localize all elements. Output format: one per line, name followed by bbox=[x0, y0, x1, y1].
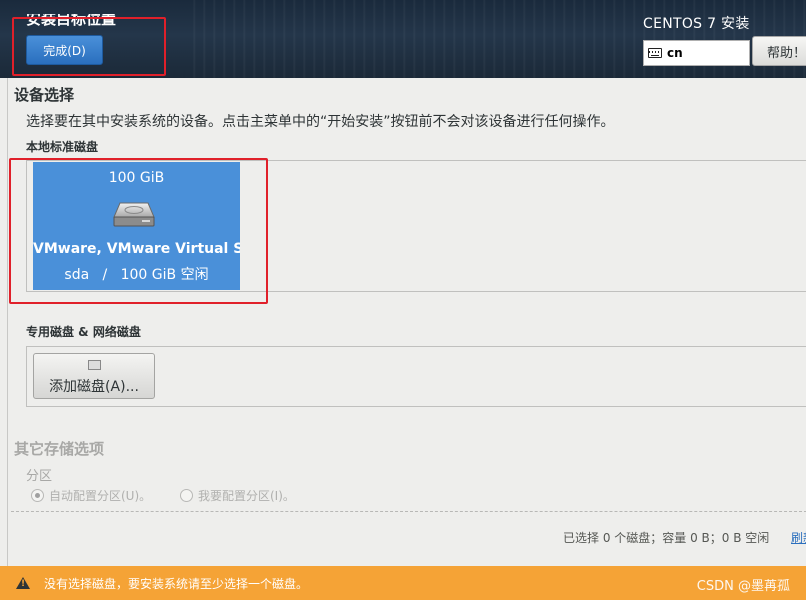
auto-partition-option[interactable]: 自动配置分区(U)。 bbox=[31, 487, 151, 504]
watermark: CSDN @墨苒孤 bbox=[696, 579, 790, 594]
hard-disk-icon bbox=[113, 202, 155, 227]
disk-tile-sda[interactable]: 100 GiB VMware, VMware Virtual S sda / 1… bbox=[33, 162, 240, 290]
page-title: 安装目标位置 bbox=[26, 10, 117, 28]
local-disks-title: 本地标准磁盘 bbox=[26, 140, 99, 154]
warning-text: 没有选择磁盘，要安装系统请至少选择一个磁盘。 bbox=[44, 576, 309, 591]
manual-partition-option[interactable]: 我要配置分区(I)。 bbox=[180, 487, 295, 504]
warning-icon bbox=[16, 577, 30, 589]
partition-label: 分区 bbox=[26, 469, 53, 484]
keyboard-layout-label: cn bbox=[667, 46, 683, 60]
manual-partition-label: 我要配置分区(I)。 bbox=[198, 489, 295, 503]
auto-partition-label: 自动配置分区(U)。 bbox=[49, 489, 152, 503]
warning-bar[interactable]: 没有选择磁盘，要安装系统请至少选择一个磁盘。 CSDN @墨苒孤 bbox=[0, 566, 806, 600]
header-decoration bbox=[186, 0, 806, 78]
refresh-link[interactable]: 刷新 bbox=[791, 529, 806, 546]
add-disk-button[interactable]: 添加磁盘(A)... bbox=[33, 353, 155, 399]
selection-summary: 已选择 0 个磁盘；容量 0 B；0 B 空闲 bbox=[563, 531, 770, 545]
other-storage-title: 其它存储选项 bbox=[14, 440, 105, 458]
manual-partition-radio[interactable] bbox=[180, 489, 193, 502]
product-title: CENTOS 7 安装 bbox=[643, 16, 750, 32]
device-selection-title: 设备选择 bbox=[14, 86, 75, 104]
disk-info: sda / 100 GiB 空闲 bbox=[64, 267, 209, 283]
help-button[interactable]: 帮助！ bbox=[752, 36, 806, 66]
add-disk-label: 添加磁盘(A)... bbox=[49, 379, 139, 395]
add-disk-icon bbox=[88, 360, 101, 370]
keyboard-icon bbox=[648, 48, 662, 58]
device-selection-description: 选择要在其中安装系统的设备。点击主菜单中的“开始安装”按钮前不会对该设备进行任何… bbox=[26, 114, 615, 130]
disk-name: VMware, VMware Virtual S bbox=[33, 241, 240, 257]
auto-partition-radio[interactable] bbox=[31, 489, 44, 502]
divider bbox=[11, 511, 806, 512]
keyboard-layout-indicator[interactable]: cn bbox=[643, 40, 750, 66]
done-button[interactable]: 完成(D) bbox=[26, 35, 103, 65]
disk-size: 100 GiB bbox=[108, 170, 165, 186]
main-content: 设备选择 选择要在其中安装系统的设备。点击主菜单中的“开始安装”按钮前不会对该设… bbox=[7, 78, 806, 566]
specialized-disks-title: 专用磁盘 & 网络磁盘 bbox=[26, 325, 141, 339]
header-bar: 安装目标位置 完成(D) CENTOS 7 安装 cn 帮助！ bbox=[0, 0, 806, 78]
